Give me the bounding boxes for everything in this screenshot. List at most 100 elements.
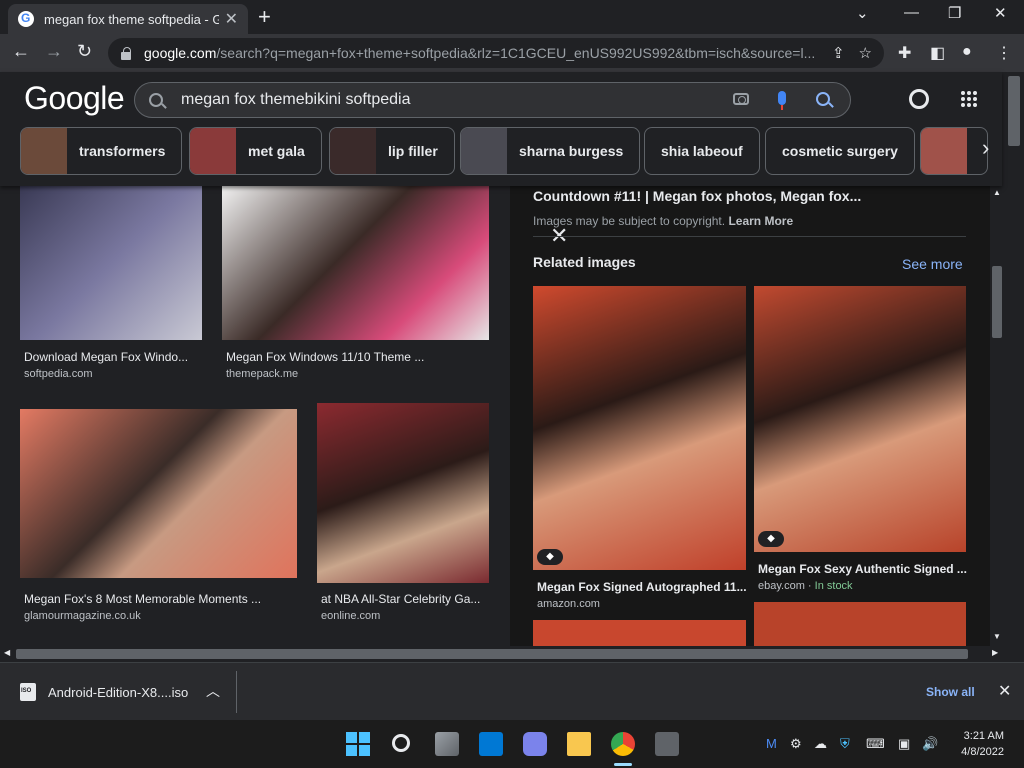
preview-title[interactable]: Countdown #11! | Megan fox photos, Megan… <box>533 188 861 204</box>
widgets-icon[interactable] <box>479 732 503 756</box>
windows-start-icon[interactable] <box>346 732 370 756</box>
google-header: Google transformers met gala lip filler … <box>0 72 1002 186</box>
see-more-link[interactable]: See more <box>902 256 963 272</box>
profile-icon[interactable]: ● <box>962 43 972 61</box>
related-chips: transformers met gala lip filler sharna … <box>20 127 988 175</box>
chip-met-gala[interactable]: met gala <box>189 127 322 175</box>
page-scroll-thumb[interactable] <box>1008 76 1020 146</box>
apps-grid-icon[interactable] <box>961 91 977 107</box>
panel-scroll-thumb[interactable] <box>992 266 1002 338</box>
close-download-bar-icon[interactable]: ✕ <box>998 681 1011 701</box>
chip-sharna-burgess[interactable]: sharna burgess <box>460 127 641 175</box>
chip-shia-labeouf[interactable]: shia labeouf <box>644 127 760 175</box>
browser-tab[interactable]: megan fox theme softpedia - Go ✕ <box>8 4 248 34</box>
chevron-up-icon[interactable]: ︿ <box>206 681 220 701</box>
result-image[interactable] <box>20 186 202 340</box>
steam-tray-icon[interactable]: ⚙ <box>790 736 802 752</box>
scroll-up-icon[interactable]: ▲ <box>993 188 1001 197</box>
new-tab-button[interactable]: + <box>258 4 271 30</box>
scroll-left-icon[interactable]: ◀ <box>4 648 10 657</box>
side-panel-icon[interactable]: ◧ <box>930 43 945 63</box>
keyboard-tray-icon[interactable]: ⌨ <box>866 736 885 752</box>
related-title[interactable]: Megan Fox Sexy Authentic Signed ... <box>758 562 967 576</box>
result-image[interactable] <box>317 403 489 583</box>
search-input[interactable] <box>181 91 701 109</box>
chip-cosmetic-surgery[interactable]: cosmetic surgery <box>765 127 915 175</box>
microphone-icon[interactable] <box>778 91 786 110</box>
reload-icon[interactable]: ↻ <box>77 41 92 62</box>
learn-more-link[interactable]: Learn More <box>728 214 793 228</box>
bookmark-star-icon[interactable]: ☆ <box>859 44 872 62</box>
browser-toolbar: ← → ↻ google.com /search?q=megan+fox+the… <box>0 34 1024 72</box>
result-title[interactable]: Megan Fox's 8 Most Memorable Moments ... <box>24 592 284 606</box>
chip-label: cosmetic surgery <box>782 143 898 159</box>
related-image[interactable] <box>754 602 966 646</box>
chip-thumbnail <box>461 128 507 174</box>
app-window-icon[interactable] <box>655 732 679 756</box>
price-tag-icon: ◆ <box>758 531 784 547</box>
security-tray-icon[interactable]: ⛨ <box>840 736 850 752</box>
related-image[interactable] <box>533 620 746 646</box>
tab-search-icon[interactable]: ⌄ <box>856 4 869 22</box>
chip-thumbnail <box>921 128 967 174</box>
teams-chat-icon[interactable] <box>523 732 547 756</box>
system-clock[interactable]: 3:21 AM 4/8/2022 <box>944 728 1004 760</box>
related-source: amazon.com <box>537 598 600 610</box>
back-icon[interactable]: ← <box>12 41 30 62</box>
chevron-right-icon[interactable]: › <box>982 135 1004 167</box>
related-image[interactable] <box>754 286 966 552</box>
google-logo[interactable]: Google <box>24 80 125 117</box>
menu-icon[interactable]: ⋮ <box>996 43 1012 63</box>
chrome-icon[interactable] <box>611 732 635 756</box>
related-title[interactable]: Megan Fox Signed Autographed 11... <box>537 580 747 594</box>
search-taskbar-icon[interactable] <box>392 734 410 752</box>
volume-icon[interactable]: 🔊 <box>922 736 938 752</box>
settings-gear-icon[interactable] <box>909 89 929 109</box>
forward-icon[interactable]: → <box>45 41 63 62</box>
result-image[interactable] <box>222 186 489 340</box>
scroll-down-icon[interactable]: ▼ <box>993 632 1001 641</box>
cloud-tray-icon[interactable]: ☁ <box>814 736 827 752</box>
google-favicon-icon <box>18 11 34 27</box>
mail-tray-icon[interactable]: M <box>766 736 777 751</box>
tab-title: megan fox theme softpedia - Go <box>44 11 219 27</box>
minimize-button[interactable]: — <box>904 4 919 21</box>
page-scrollbar[interactable] <box>1004 72 1024 646</box>
network-icon[interactable]: ▣ <box>898 736 910 752</box>
show-all-button[interactable]: Show all <box>926 685 975 699</box>
address-bar[interactable]: google.com /search?q=megan+fox+theme+sof… <box>108 38 884 68</box>
download-filename[interactable]: Android-Edition-X8....iso <box>48 685 188 700</box>
result-source: eonline.com <box>321 610 381 622</box>
task-view-icon[interactable] <box>435 732 459 756</box>
search-submit-icon[interactable] <box>816 92 830 106</box>
stock-status: In stock <box>814 580 853 592</box>
camera-icon[interactable] <box>733 93 749 105</box>
horizontal-scroll-thumb[interactable] <box>16 649 968 659</box>
panel-scrollbar[interactable]: ▲ ▼ <box>990 186 1004 646</box>
chip-transformers[interactable]: transformers <box>20 127 183 175</box>
result-title[interactable]: at NBA All-Star Celebrity Ga... <box>321 592 491 606</box>
chip-partial[interactable] <box>920 127 988 175</box>
scroll-right-icon[interactable]: ▶ <box>992 648 998 657</box>
url-path: /search?q=megan+fox+theme+softpedia&rlz=… <box>216 45 816 61</box>
related-source: ebay.com · In stock <box>758 580 853 592</box>
chip-label: sharna burgess <box>519 143 624 159</box>
chip-label: met gala <box>248 143 305 159</box>
extensions-icon[interactable]: ✚ <box>898 43 911 63</box>
chip-thumbnail <box>21 128 67 174</box>
horizontal-scrollbar[interactable]: ◀ ▶ <box>0 646 1004 662</box>
windows-taskbar: M ⚙ ☁ ⛨ ⌨ ▣ 🔊 3:21 AM 4/8/2022 <box>0 720 1024 768</box>
related-image[interactable] <box>533 286 746 570</box>
result-title[interactable]: Download Megan Fox Windo... <box>24 350 194 364</box>
share-icon[interactable]: ⇪ <box>832 44 845 62</box>
result-source: softpedia.com <box>24 368 93 380</box>
result-image[interactable] <box>20 409 297 578</box>
restore-button[interactable]: ❐ <box>948 4 961 22</box>
download-bar: Android-Edition-X8....iso ︿ Show all ✕ <box>0 662 1024 720</box>
result-title[interactable]: Megan Fox Windows 11/10 Theme ... <box>226 350 486 364</box>
tab-close-icon[interactable]: ✕ <box>225 9 238 29</box>
lock-icon[interactable] <box>120 46 132 60</box>
file-explorer-icon[interactable] <box>567 732 591 756</box>
close-window-button[interactable]: ✕ <box>994 4 1007 22</box>
chip-lip-filler[interactable]: lip filler <box>329 127 455 175</box>
